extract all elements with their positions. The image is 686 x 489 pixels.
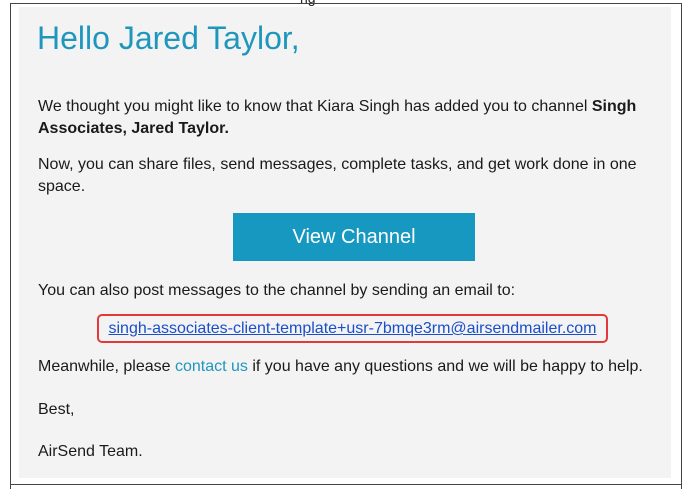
email-card: Hello Jared Taylor, We thought you might… <box>19 7 671 478</box>
frame-right-border <box>681 3 682 489</box>
screenshot-frame: ng Hello Jared Taylor, We thought you mi… <box>0 0 686 489</box>
channel-email-highlight: singh-associates-client-template+usr-7bm… <box>97 314 608 343</box>
frame-bottom-border <box>10 484 682 485</box>
frame-left-border <box>10 3 11 489</box>
frame-top-border <box>10 3 682 4</box>
added-to-channel-text: We thought you might like to know that K… <box>38 96 658 140</box>
contact-prefix: Meanwhile, please <box>38 358 175 375</box>
view-channel-button[interactable]: View Channel <box>233 213 475 261</box>
team-signature: AirSend Team. <box>38 443 143 460</box>
signoff-text: Best, <box>38 401 75 418</box>
contact-us-link[interactable]: contact us <box>175 358 248 375</box>
contact-suffix: if you have any questions and we will be… <box>247 358 643 375</box>
channel-email-link[interactable]: singh-associates-client-template+usr-7bm… <box>109 319 597 339</box>
added-text-prefix: We thought you might like to know that K… <box>38 98 592 115</box>
greeting-heading: Hello Jared Taylor, <box>37 20 300 56</box>
contact-text: Meanwhile, please contact us if you have… <box>38 356 658 378</box>
features-text: Now, you can share files, send messages,… <box>38 156 637 195</box>
post-by-email-text: You can also post messages to the channe… <box>38 282 516 299</box>
